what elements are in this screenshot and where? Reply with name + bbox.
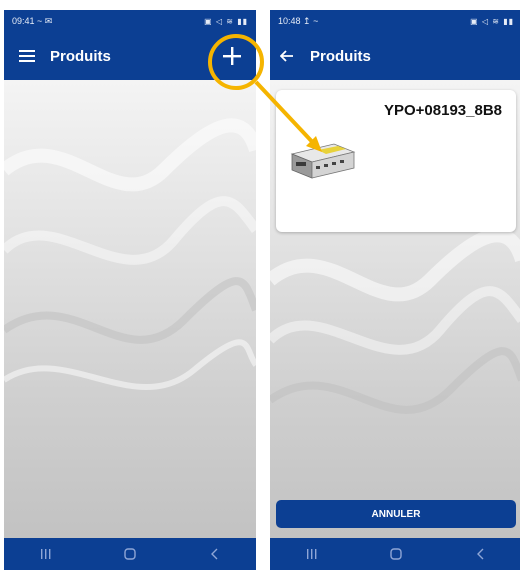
home-icon: [390, 548, 402, 560]
arrow-left-icon: [280, 50, 293, 62]
product-card[interactable]: YPO+08193_8B8: [276, 90, 516, 232]
system-nav-bar: [4, 538, 256, 570]
status-right-icons: ▣ ◁ ≋ ▮▮: [470, 16, 514, 26]
page-title: Produits: [310, 47, 371, 65]
back-button[interactable]: [270, 32, 304, 80]
plus-icon: [223, 47, 241, 65]
status-bar: 09:41 ~ ✉ ▣ ◁ ≋ ▮▮: [4, 10, 256, 32]
add-product-button[interactable]: [212, 32, 252, 80]
product-code: YPO+08193_8B8: [383, 102, 502, 119]
nav-home-button[interactable]: [110, 538, 150, 570]
phone-screen-product-list: 09:41 ~ ✉ ▣ ◁ ≋ ▮▮ Produits: [4, 10, 256, 570]
recent-apps-icon: [307, 549, 317, 559]
status-time: 09:41: [12, 15, 35, 26]
home-icon: [124, 548, 136, 560]
status-left-icons: ↥ ~: [303, 15, 319, 26]
phone-screen-product-select: 10:48 ↥ ~ ▣ ◁ ≋ ▮▮ Produits YPO+08193_8B…: [270, 10, 520, 570]
status-time-group: 10:48 ↥ ~: [278, 16, 318, 27]
status-right-icons: ▣ ◁ ≋ ▮▮: [204, 16, 248, 26]
back-chevron-icon: [477, 548, 484, 560]
nav-recent-button[interactable]: [292, 538, 332, 570]
recent-apps-icon: [41, 549, 51, 559]
app-bar: Produits: [270, 32, 520, 80]
back-chevron-icon: [211, 548, 218, 560]
menu-button[interactable]: [4, 32, 50, 80]
hamburger-menu-icon: [19, 50, 35, 62]
controller-device-icon: [290, 143, 356, 179]
page-title: Produits: [50, 47, 111, 65]
status-left-icons: ~ ✉: [37, 15, 53, 26]
background-wave-image: [4, 80, 256, 538]
nav-home-button[interactable]: [376, 538, 416, 570]
status-time-group: 09:41 ~ ✉: [12, 16, 52, 27]
status-bar: 10:48 ↥ ~ ▣ ◁ ≋ ▮▮: [270, 10, 520, 32]
app-bar: Produits: [4, 32, 256, 80]
nav-recent-button[interactable]: [26, 538, 66, 570]
nav-back-button[interactable]: [194, 538, 234, 570]
nav-back-button[interactable]: [460, 538, 500, 570]
status-time: 10:48: [278, 15, 301, 26]
cancel-button[interactable]: ANNULER: [276, 500, 516, 528]
system-nav-bar: [270, 538, 520, 570]
